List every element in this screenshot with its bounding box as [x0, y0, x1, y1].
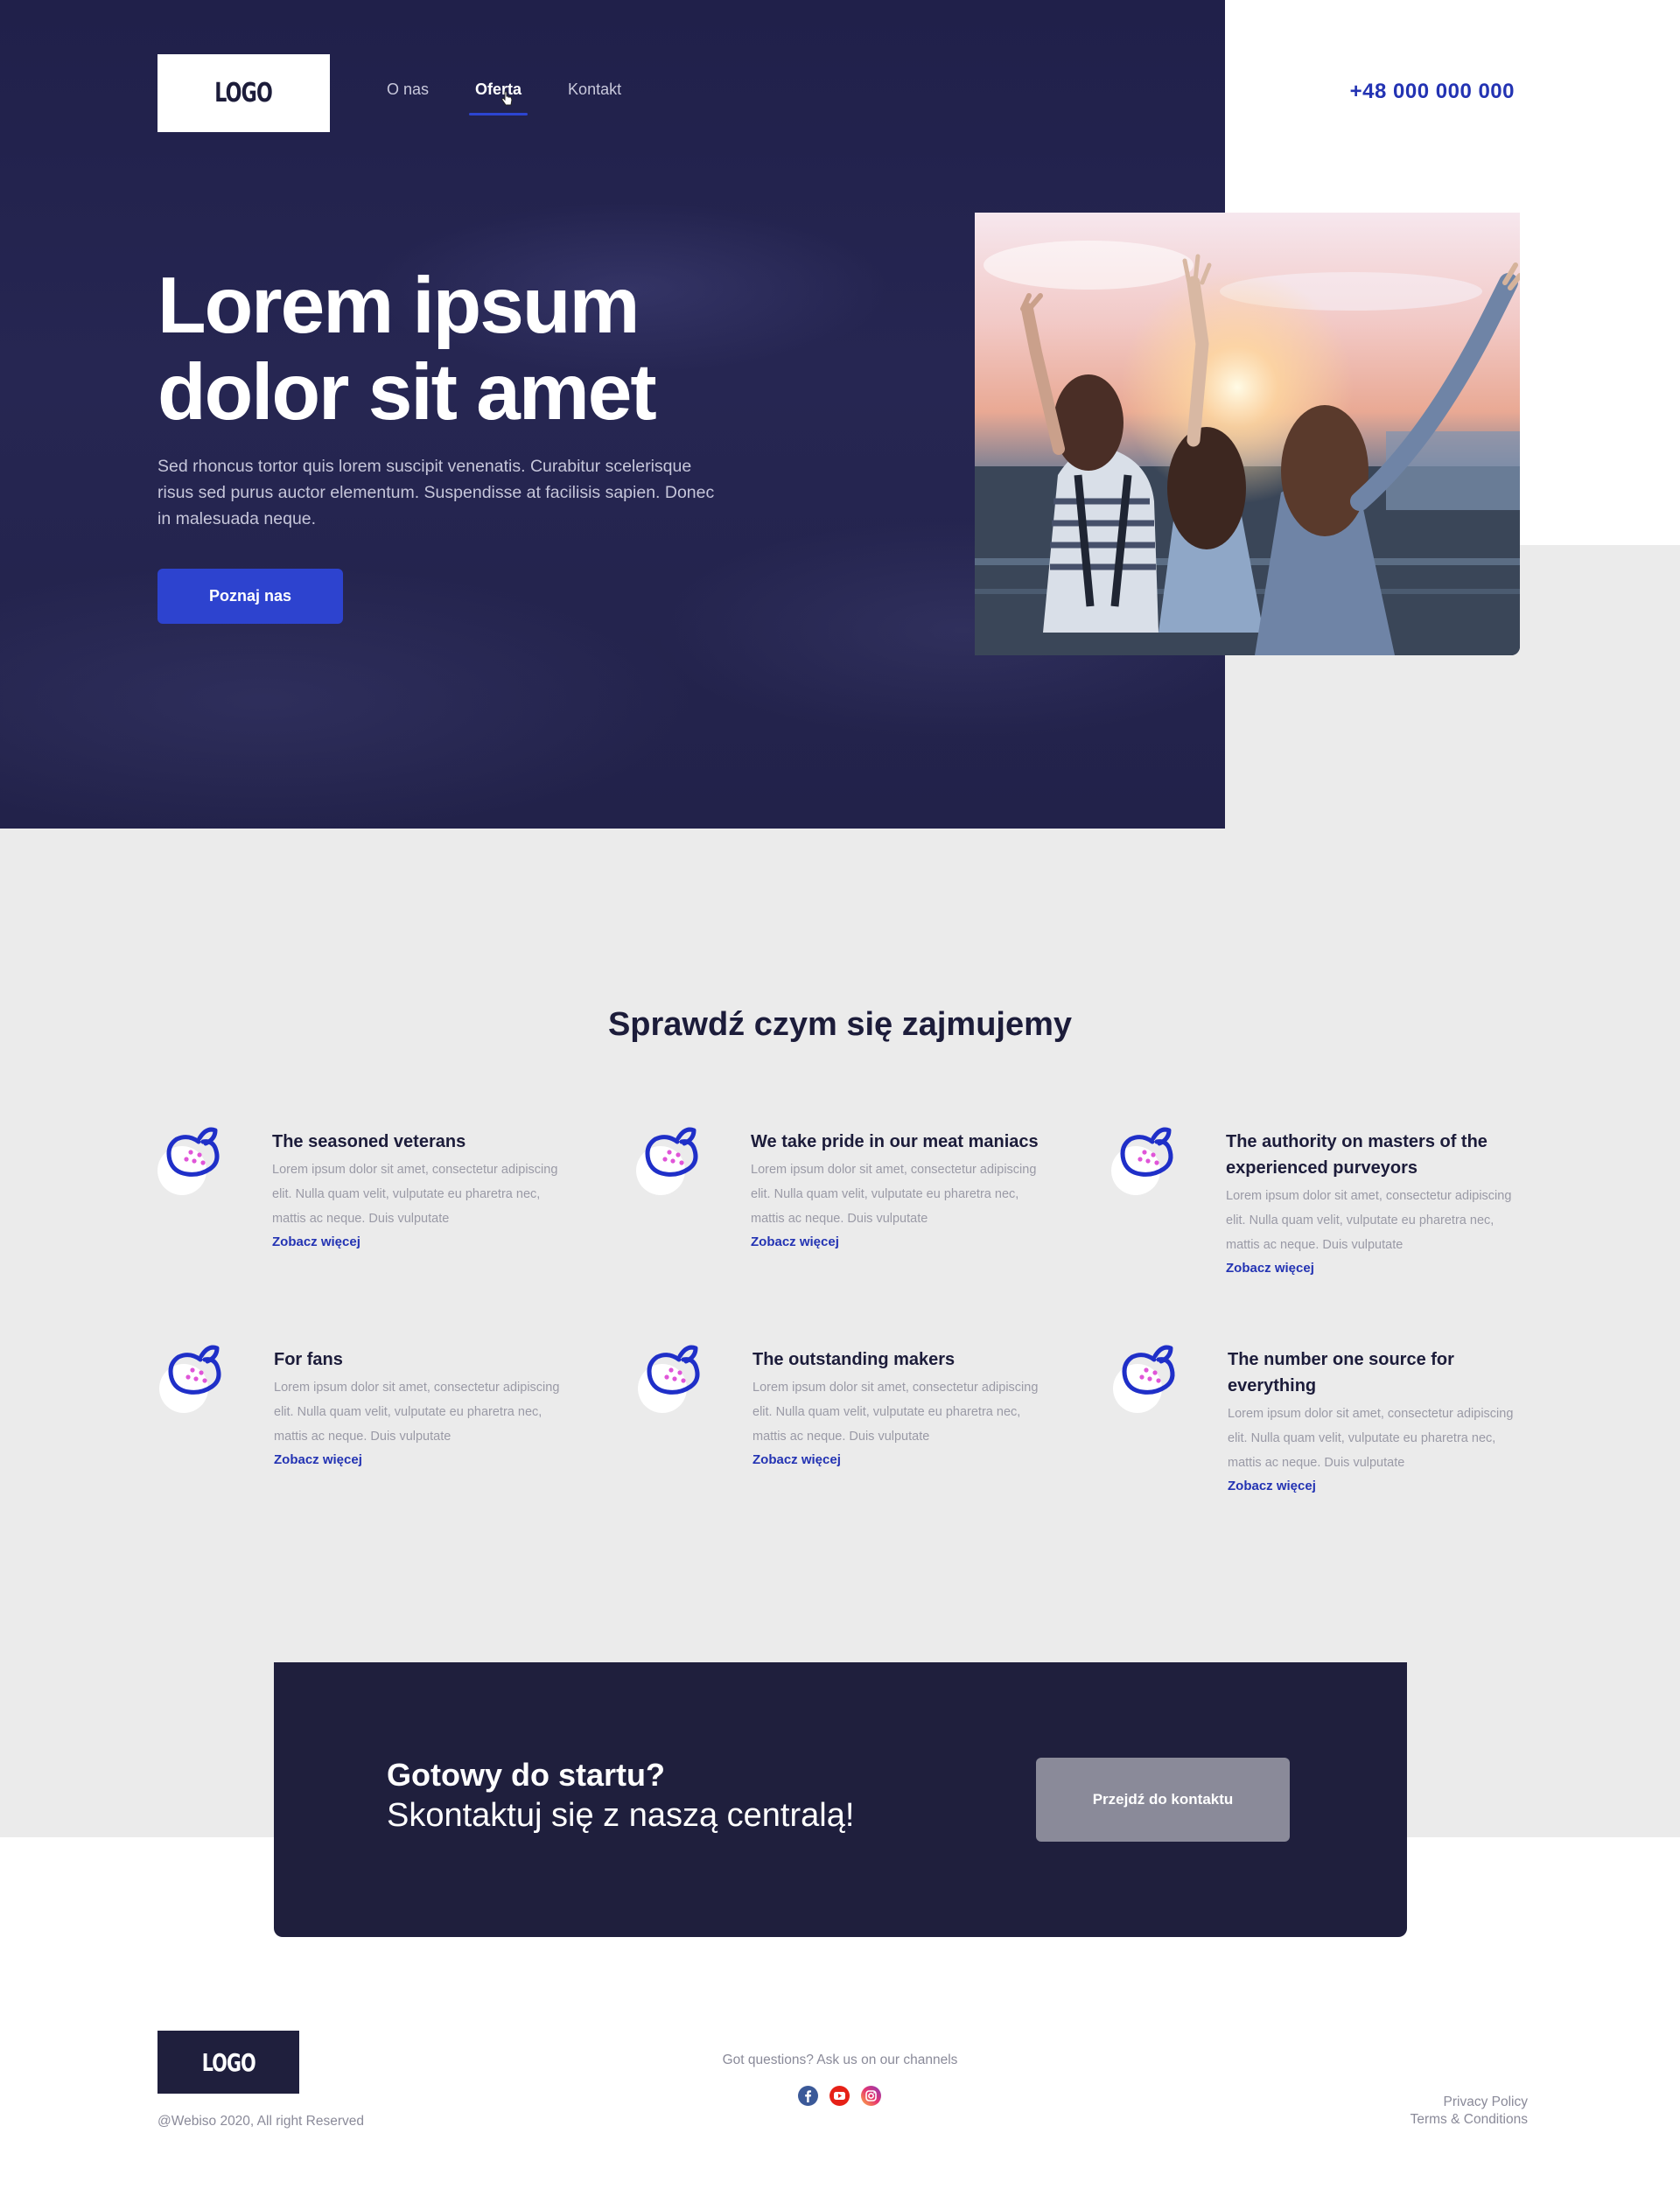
terms-conditions-link[interactable]: Terms & Conditions — [1410, 2111, 1528, 2129]
apple-icon — [1113, 1338, 1183, 1415]
service-card-body: The number one source for everything Lore… — [1228, 1338, 1525, 1494]
hero-title: Lorem ipsum dolor sit amet — [158, 262, 657, 437]
youtube-icon[interactable] — [830, 2086, 850, 2106]
hero-photo — [975, 213, 1520, 655]
service-card-text: Lorem ipsum dolor sit amet, consectetur … — [751, 1163, 1037, 1226]
service-card-title: The outstanding makers — [752, 1350, 956, 1369]
see-more-link[interactable]: Zobacz więcej — [274, 1452, 362, 1467]
service-card-title: The number one source for everything — [1228, 1350, 1454, 1395]
facebook-icon[interactable] — [798, 2086, 818, 2106]
footer-links: Privacy Policy Terms & Conditions — [1410, 2094, 1528, 2129]
cta-subtitle: Skontaktuj się z naszą centralą! — [387, 1797, 855, 1834]
cta-title: Gotowy do startu? — [387, 1757, 665, 1793]
see-more-link[interactable]: Zobacz więcej — [1226, 1261, 1314, 1276]
service-card-text: Lorem ipsum dolor sit amet, consectetur … — [274, 1381, 560, 1444]
apple-icon — [158, 1120, 228, 1197]
instagram-icon[interactable] — [861, 2086, 881, 2106]
see-more-link[interactable]: Zobacz więcej — [272, 1234, 360, 1249]
service-card-text: Lorem ipsum dolor sit amet, consectetur … — [752, 1381, 1039, 1444]
friends-sunset-image — [975, 213, 1520, 655]
privacy-policy-link[interactable]: Privacy Policy — [1410, 2094, 1528, 2111]
hand-cursor-icon — [500, 91, 513, 106]
nav-item-o-nas[interactable]: O nas — [387, 80, 429, 99]
apple-icon — [1111, 1120, 1181, 1197]
service-card-body: For fans Lorem ipsum dolor sit amet, cons… — [274, 1338, 571, 1468]
apple-icon — [159, 1338, 229, 1415]
nav-item-oferta[interactable]: Oferta — [469, 80, 528, 115]
apple-icon — [638, 1338, 708, 1415]
service-card-body: The authority on masters of the experien… — [1226, 1120, 1523, 1276]
service-card-text: Lorem ipsum dolor sit amet, consectetur … — [272, 1163, 558, 1226]
cta-panel: Gotowy do startu? Skontaktuj się z naszą… — [274, 1662, 1407, 1937]
footer-questions: Got questions? Ask us on our channels — [722, 2053, 958, 2067]
poznaj-nas-button[interactable]: Poznaj nas — [158, 569, 343, 624]
see-more-link[interactable]: Zobacz więcej — [752, 1452, 841, 1467]
apple-icon — [636, 1120, 706, 1197]
hero-description: Sed rhoncus tortor quis lorem suscipit v… — [158, 457, 715, 528]
social-links — [798, 2086, 881, 2106]
service-card-body: The outstanding makers Lorem ipsum dolor … — [752, 1338, 1050, 1468]
header-logo[interactable]: LOGO — [158, 54, 330, 132]
nav-item-kontakt[interactable]: Kontakt — [568, 80, 621, 99]
service-card-body: We take pride in our meat maniacs Lorem i… — [751, 1120, 1048, 1250]
service-card-text: Lorem ipsum dolor sit amet, consectetur … — [1226, 1189, 1512, 1252]
service-card-body: The seasoned veterans Lorem ipsum dolor s… — [272, 1120, 570, 1250]
copyright: @Webiso 2020, All right Reserved — [158, 2114, 365, 2129]
service-card-text: Lorem ipsum dolor sit amet, consectetur … — [1228, 1407, 1514, 1470]
service-card-title: For fans — [274, 1350, 343, 1369]
go-to-contact-button[interactable]: Przejdź do kontaktu — [1036, 1758, 1290, 1842]
service-card-title: The authority on masters of the experien… — [1226, 1132, 1488, 1178]
service-card-title: The seasoned veterans — [272, 1132, 466, 1151]
see-more-link[interactable]: Zobacz więcej — [751, 1234, 839, 1249]
services-title: Sprawdź czym się zajmujemy — [607, 1006, 1073, 1043]
see-more-link[interactable]: Zobacz więcej — [1228, 1479, 1316, 1493]
service-card-title: We take pride in our meat maniacs — [751, 1132, 1039, 1151]
phone-number[interactable]: +48 000 000 000 — [1350, 80, 1515, 104]
logo-text: LOGO — [214, 78, 274, 108]
